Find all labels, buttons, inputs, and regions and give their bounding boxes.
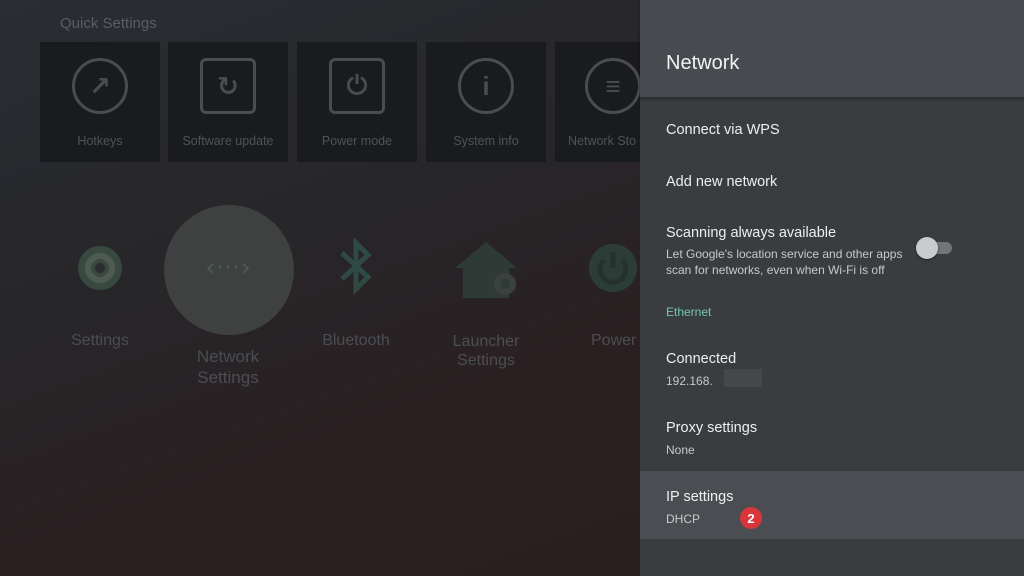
quick-tile-system-info[interactable]: i System info — [426, 42, 546, 162]
section-header-ethernet: Ethernet — [666, 305, 712, 319]
quick-tile-network-storage[interactable]: ≡ Network Sto — [555, 42, 641, 162]
app-label: Bluetooth — [322, 332, 390, 349]
power-icon — [585, 240, 641, 296]
item-title: Proxy settings — [666, 420, 758, 436]
app-power[interactable]: Power — [585, 240, 645, 350]
launcher-settings-icon — [451, 240, 521, 300]
quick-tile-label: System info — [453, 134, 519, 148]
add-new-network-item[interactable]: Add new network — [640, 162, 1024, 206]
item-value: None — [666, 443, 695, 457]
item-title: Connected — [666, 351, 737, 367]
quick-tile-label: Software update — [182, 134, 274, 148]
panel-title: Network — [666, 52, 740, 74]
item-title: IP settings — [666, 489, 734, 505]
power-mode-icon: ⏻ — [329, 58, 385, 114]
info-icon: i — [458, 58, 514, 114]
hotkeys-icon: ↗ — [72, 58, 128, 114]
app-label: Power — [591, 332, 637, 349]
ip-address: 192.168. — [666, 374, 713, 388]
connect-via-wps-item[interactable]: Connect via WPS — [640, 110, 1024, 154]
app-launcher-settings[interactable]: Launcher Settings — [440, 240, 532, 370]
quick-tile-label: Network Sto — [568, 134, 637, 148]
software-update-icon: ↻ — [200, 58, 256, 114]
step-badge: 2 — [740, 507, 762, 529]
item-subtitle: Let Google's location service and other … — [666, 247, 903, 277]
quick-tile-software-update[interactable]: ↻ Software update — [168, 42, 288, 162]
panel-header: Network — [640, 0, 1024, 97]
redacted-ip-block — [724, 369, 762, 387]
item-title: Add new network — [666, 174, 778, 190]
app-network-settings[interactable]: ‹···› Network Settings — [180, 240, 276, 388]
network-panel: Network Connect via WPS Add new network … — [640, 0, 1024, 576]
item-title: Connect via WPS — [666, 122, 780, 138]
toggle-thumb — [916, 237, 938, 259]
launcher-background: Quick Settings ↗ Hotkeys ↻ Software upda… — [0, 0, 641, 576]
network-storage-icon: ≡ — [585, 58, 641, 114]
app-bluetooth[interactable]: Bluetooth — [318, 235, 394, 350]
quick-tile-hotkeys[interactable]: ↗ Hotkeys — [40, 42, 160, 162]
app-label: Network Settings — [196, 347, 260, 387]
ethernet-connected-item[interactable]: Connected 192.168. — [640, 340, 1024, 396]
quick-tile-power-mode[interactable]: ⏻ Power mode — [297, 42, 417, 162]
ip-settings-item[interactable]: IP settings DHCP — [640, 471, 1024, 539]
quick-settings-title: Quick Settings — [60, 15, 157, 32]
quick-tile-label: Power mode — [321, 134, 393, 148]
settings-icon — [72, 240, 128, 296]
scanning-always-available-item[interactable]: Scanning always available Let Google's l… — [640, 214, 1024, 284]
bluetooth-icon — [328, 235, 384, 297]
app-settings[interactable]: Settings — [60, 240, 140, 350]
app-label: Settings — [71, 332, 129, 349]
item-value: DHCP — [666, 512, 701, 526]
item-title: Scanning always available — [666, 225, 837, 241]
quick-tile-label: Hotkeys — [77, 134, 123, 148]
proxy-settings-item[interactable]: Proxy settings None — [640, 409, 1024, 465]
app-label: Launcher Settings — [452, 333, 520, 369]
network-settings-icon: ‹···› — [205, 253, 251, 283]
